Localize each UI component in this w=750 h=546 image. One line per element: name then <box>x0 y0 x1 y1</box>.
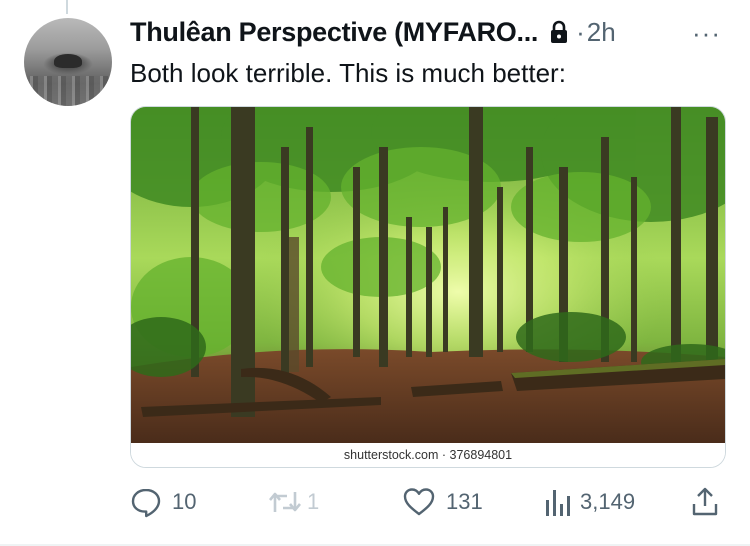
retweet-icon <box>269 492 301 512</box>
views-icon <box>546 490 570 516</box>
share-button[interactable] <box>690 482 720 522</box>
thread-connector-line <box>66 0 68 14</box>
reply-icon <box>131 488 161 518</box>
more-icon[interactable]: ··· <box>692 18 721 49</box>
like-button[interactable]: 131 <box>402 482 483 522</box>
retweet-button[interactable]: 1 <box>267 482 319 522</box>
forest-photo[interactable] <box>131 107 725 443</box>
media-card[interactable]: shutterstock.com · 376894801 <box>130 106 726 468</box>
reply-button[interactable]: 10 <box>130 482 196 522</box>
avatar[interactable] <box>24 18 112 106</box>
author-name[interactable]: Thulêan Perspective (MYFARO... <box>130 17 538 48</box>
reply-count: 10 <box>172 489 197 514</box>
lock-icon <box>551 20 568 43</box>
share-icon <box>692 487 718 516</box>
like-count: 131 <box>446 489 483 514</box>
tweet-text: Both look terrible. This is much better: <box>130 58 566 88</box>
media-caption: shutterstock.com · 376894801 <box>131 443 725 467</box>
views-count: 3,149 <box>580 489 636 514</box>
timestamp[interactable]: 2h <box>587 17 616 48</box>
avatar-water-reflection <box>24 76 112 106</box>
like-icon <box>403 488 435 516</box>
time-separator: · <box>576 16 585 47</box>
views-button[interactable]: 3,149 <box>544 482 635 522</box>
action-bar: 10 1 131 3,149 <box>130 482 730 522</box>
avatar-rock-shape <box>54 54 82 68</box>
tweet-header: Thulêan Perspective (MYFARO... · 2h <box>130 14 616 50</box>
retweet-count: 1 <box>307 489 320 514</box>
